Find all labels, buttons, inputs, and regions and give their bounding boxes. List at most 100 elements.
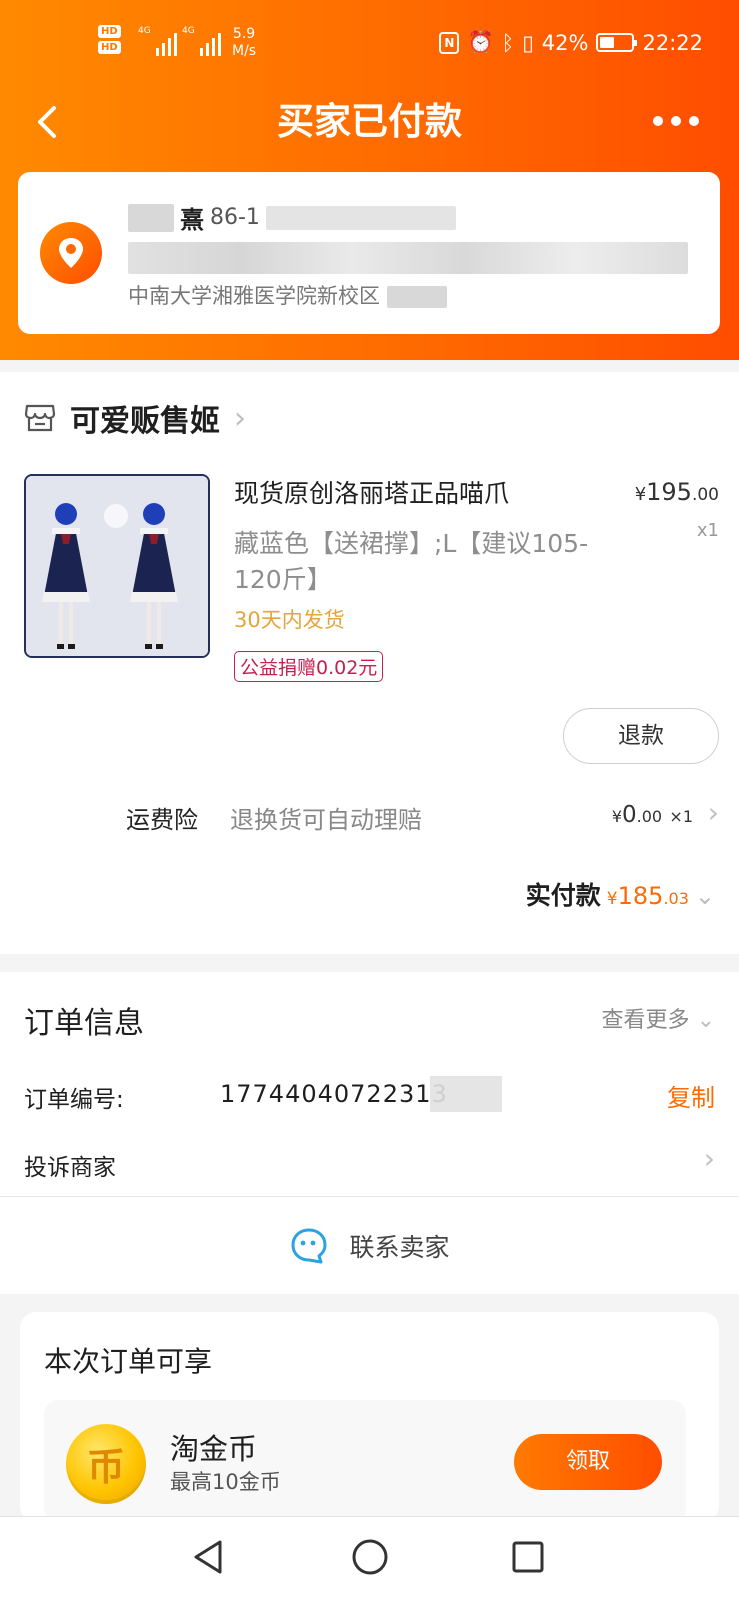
shipping-insurance-desc: 退换货可自动理赔 (230, 806, 422, 834)
chevron-down-icon: ⌄ (694, 882, 715, 910)
address-text: 中南大学湘雅医学院新校区 (128, 284, 380, 308)
paid-total[interactable]: 实付款 ¥185.03 ⌄ (526, 876, 715, 912)
status-bar: HD HD 4G 4G 5.9 M/s N ⏰ ᛒ ▯ 42% 22:22 (0, 0, 739, 92)
view-more-label: 查看更多 (601, 1008, 690, 1033)
insurance-price-decimal: .00 (636, 807, 663, 826)
store-icon (24, 404, 56, 432)
product-title[interactable]: 现货原创洛丽塔正品喵爪 (234, 478, 509, 510)
product-price: ¥195.00 (635, 478, 719, 506)
shop-name: 可爱贩售姬 (70, 404, 220, 439)
copy-button[interactable]: 复制 (667, 1078, 715, 1113)
insurance-qty: ×1 (669, 807, 693, 826)
paid-amount-decimal: .03 (663, 889, 689, 908)
recents-nav-button[interactable] (508, 1537, 548, 1577)
hd1-badge: HD (98, 25, 121, 38)
order-items-card: 可爱贩售姬 › 现货原创洛丽塔正品喵爪 ¥195.00 x1 藏蓝色【送裙撑】;… (0, 372, 739, 954)
circle-home-icon (352, 1539, 388, 1575)
triangle-back-icon (194, 1540, 222, 1574)
shipping-insurance-price: ¥0.00 ×1 (612, 802, 693, 828)
chevron-right-icon: › (703, 1142, 715, 1175)
chevron-right-icon: › (234, 400, 246, 436)
address-line: 中南大学湘雅医学院新校区 (128, 280, 447, 310)
net-speed: 5.9 M/s (232, 26, 256, 60)
product-price-main: 195 (646, 478, 692, 506)
order-number: 17744040722313 (220, 1080, 448, 1108)
square-recents-icon (512, 1541, 544, 1573)
back-nav-button[interactable] (188, 1537, 228, 1577)
order-info-card: 订单信息 查看更多 ⌄ 订单编号: 17744040722313 复制 投诉商家… (0, 972, 739, 1294)
vibrate-icon: ▯ (522, 30, 534, 55)
dot-icon (653, 116, 663, 126)
contact-seller-label: 联系卖家 (349, 1233, 450, 1262)
paid-currency: ¥ (606, 889, 618, 909)
system-nav-bar (0, 1516, 739, 1600)
recipient-phone: 86-1 (210, 205, 260, 230)
coin-glyph: 币 (86, 1445, 125, 1489)
net-speed-unit: M/s (232, 43, 257, 59)
benefits-title: 本次订单可享 (44, 1345, 213, 1378)
product-spec: 藏蓝色【送裙撑】;L【建议105-120斤】 (234, 529, 589, 594)
home-nav-button[interactable] (350, 1537, 390, 1577)
view-more-button[interactable]: 查看更多 ⌄ (602, 1002, 715, 1034)
nav-bar: 买家已付款 (0, 92, 739, 152)
coin-name: 淘金币 (170, 1432, 258, 1466)
name-mask (128, 203, 174, 232)
contact-seller-button[interactable]: 联系卖家 (0, 1198, 739, 1294)
product-price-currency: ¥ (634, 484, 647, 505)
order-number-mask (430, 1076, 502, 1112)
paid-amount: ¥185.03 (607, 882, 689, 910)
insurance-currency: ¥ (611, 807, 622, 826)
dot-icon (671, 116, 681, 126)
order-detail-page: HD HD 4G 4G 5.9 M/s N ⏰ ᛒ ▯ 42% 22:22 买家… (0, 0, 739, 1600)
gold-coin-icon: 币 (66, 1424, 146, 1504)
bluetooth-icon: ᛒ (501, 30, 515, 55)
paid-amount-main: 185 (617, 882, 664, 910)
sim-indicators: HD HD (98, 24, 121, 56)
charity-badge: 公益捐赠0.02元 (234, 651, 384, 682)
hd2-badge: HD (98, 41, 121, 54)
claim-button[interactable]: 领取 (514, 1434, 662, 1490)
product-price-decimal: .00 (691, 485, 719, 505)
battery-icon (596, 33, 638, 52)
complain-merchant-row[interactable]: 投诉商家 (24, 1148, 116, 1182)
alarm-icon: ⏰ (467, 30, 494, 54)
product-image[interactable] (24, 474, 210, 658)
signal-2-icon: 4G (182, 26, 221, 56)
sim2-net-label: 4G (182, 26, 195, 36)
product-quantity: x1 (696, 520, 719, 541)
refund-button[interactable]: 退款 (563, 708, 719, 764)
shipping-time: 30天内发货 (234, 608, 345, 632)
lolita-dress-illustration (26, 476, 208, 656)
page-title: 买家已付款 (277, 100, 462, 143)
shop-header[interactable]: 可爱贩售姬 › (24, 396, 246, 440)
divider (0, 1196, 739, 1197)
signal-1-icon: 4G (138, 26, 177, 56)
nfc-icon: N (439, 31, 460, 54)
recipient-name: 熹 (180, 206, 204, 234)
dot-icon (689, 116, 699, 126)
header-background: HD HD 4G 4G 5.9 M/s N ⏰ ᛒ ▯ 42% 22:22 买家… (0, 0, 739, 360)
benefits-card: 本次订单可享 币 淘金币 最高10金币 领取 (20, 1312, 719, 1522)
shipping-insurance-label: 运费险 (126, 806, 198, 834)
clock: 22:22 (642, 30, 703, 55)
chevron-down-icon: ⌄ (696, 1008, 715, 1033)
more-options-button[interactable] (653, 116, 699, 126)
phone-mask (265, 205, 456, 230)
recipient-row: 熹 86-1 (128, 200, 456, 235)
sim1-net-label: 4G (138, 26, 151, 36)
insurance-price-main: 0 (622, 802, 637, 828)
chat-bubble-icon (291, 1228, 327, 1264)
chevron-right-icon[interactable]: › (708, 796, 719, 829)
battery-percent: 42% (541, 30, 589, 55)
order-info-title: 订单信息 (24, 1006, 144, 1041)
address-card[interactable]: 熹 86-1 中南大学湘雅医学院新校区 (18, 172, 720, 334)
coin-subtitle: 最高10金币 (170, 1470, 281, 1494)
taojinbi-card: 币 淘金币 最高10金币 领取 (44, 1400, 686, 1522)
address-line-mask (128, 242, 688, 274)
location-pin-icon (40, 222, 102, 284)
order-number-label: 订单编号: (24, 1087, 124, 1113)
address-mask (386, 286, 447, 308)
paid-label: 实付款 (525, 881, 601, 910)
status-right: N ⏰ ᛒ ▯ 42% 22:22 (439, 30, 703, 55)
net-speed-value: 5.9 (232, 26, 256, 42)
